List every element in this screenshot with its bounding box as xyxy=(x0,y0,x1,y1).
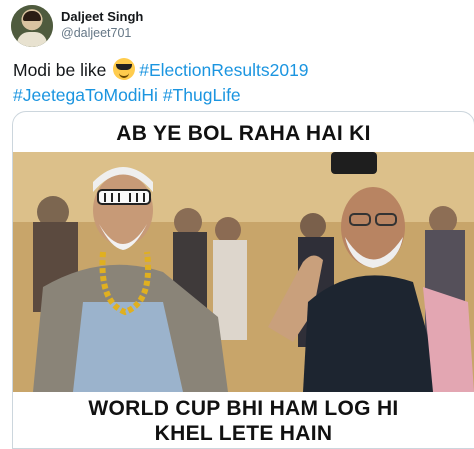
tweet-intro-text: Modi be like xyxy=(13,60,107,80)
author-handle[interactable]: @daljeet701 xyxy=(61,26,131,40)
meme-photo xyxy=(13,152,474,392)
tweet-text: Modi be like #ElectionResults2019 #Jeete… xyxy=(13,58,463,108)
hashtag-jeetega[interactable]: #JeetegaToModiHi xyxy=(13,85,158,105)
avatar-hair xyxy=(23,11,41,21)
hashtag-election-results[interactable]: #ElectionResults2019 xyxy=(139,60,308,80)
sunglasses-emoji-icon xyxy=(113,58,136,80)
avatar[interactable] xyxy=(11,5,53,47)
meme-bottom-caption-line1: WORLD CUP BHI HAM LOG HI xyxy=(88,397,399,420)
meme-top-caption: AB YE BOL RAHA HAI KI xyxy=(116,122,371,145)
author-name[interactable]: Daljeet Singh xyxy=(61,9,143,24)
meme-bottom-caption-line2: KHEL LETE HAIN xyxy=(154,422,333,445)
meme-photo-illustration xyxy=(13,152,474,392)
hashtag-thuglife[interactable]: #ThugLife xyxy=(163,85,241,105)
avatar-shirt xyxy=(17,32,47,47)
tweet-media-image[interactable]: AB YE BOL RAHA HAI KI WORLD CUP BHI HAM … xyxy=(12,111,474,449)
tweet-card: Daljeet Singh @daljeet701 Modi be like #… xyxy=(0,0,474,449)
